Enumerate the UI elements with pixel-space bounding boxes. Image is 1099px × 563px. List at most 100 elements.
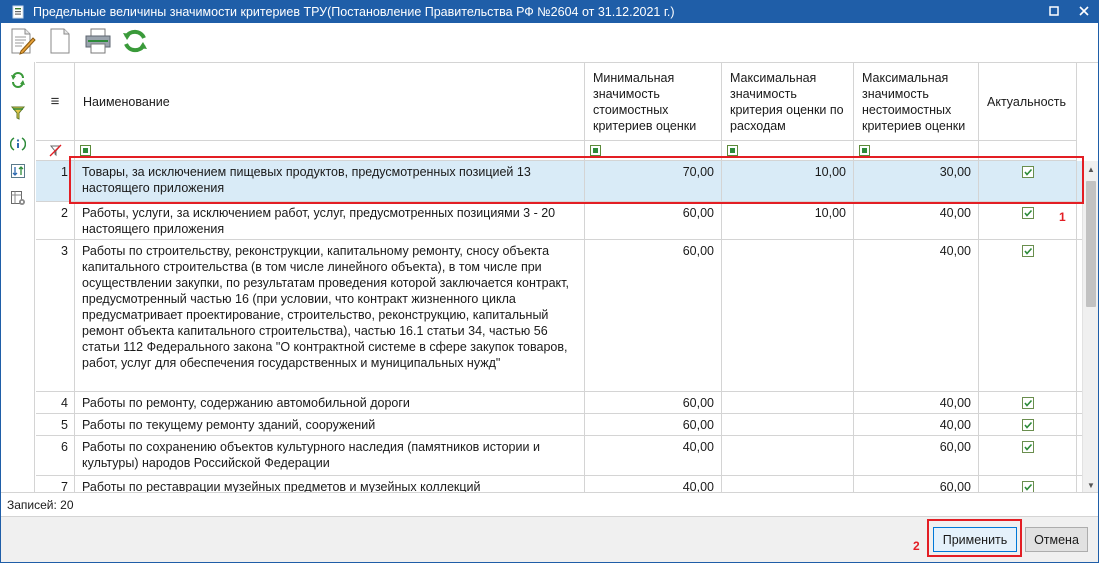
cell-max-expense[interactable] — [722, 392, 854, 413]
cell-actual[interactable] — [979, 436, 1077, 475]
records-count: Записей: 20 — [7, 497, 74, 512]
cell-max-noncost[interactable]: 60,00 — [854, 476, 979, 492]
cell-max-noncost[interactable]: 40,00 — [854, 414, 979, 435]
refresh-button[interactable] — [118, 26, 152, 58]
cell-actual[interactable] — [979, 414, 1077, 435]
actual-checkbox[interactable] — [1022, 166, 1034, 178]
cell-min-cost[interactable]: 60,00 — [585, 414, 722, 435]
row-number: 2 — [36, 202, 75, 239]
cell-actual[interactable] — [979, 476, 1077, 492]
cell-max-expense[interactable] — [722, 476, 854, 492]
table-row[interactable]: 3 Работы по строительству, реконструкции… — [36, 240, 1082, 392]
actual-checkbox[interactable] — [1022, 207, 1034, 219]
table-row[interactable]: 4 Работы по ремонту, содержанию автомоби… — [36, 392, 1082, 414]
filter-max-noncost[interactable] — [854, 141, 979, 161]
filter-checkbox[interactable] — [80, 145, 91, 156]
filter-checkbox[interactable] — [590, 145, 601, 156]
sort-icon — [10, 163, 26, 182]
column-settings-button[interactable] — [9, 190, 27, 208]
cell-max-noncost[interactable]: 30,00 — [854, 161, 979, 201]
cell-max-noncost[interactable]: 60,00 — [854, 436, 979, 475]
row-number: 4 — [36, 392, 75, 413]
scroll-up-icon[interactable]: ▲ — [1083, 161, 1098, 177]
annotation-marker-1: 1 — [1059, 210, 1066, 224]
scroll-down-icon[interactable]: ▼ — [1083, 477, 1098, 492]
toolbar — [1, 23, 1098, 61]
cell-name[interactable]: Работы, услуги, за исключением работ, ус… — [75, 202, 585, 239]
apply-button[interactable]: Применить — [933, 527, 1017, 552]
vertical-scrollbar[interactable]: ▲ ▼ — [1082, 161, 1098, 492]
filter-actual[interactable] — [979, 141, 1077, 161]
filter-checkbox[interactable] — [859, 145, 870, 156]
table-row[interactable]: 2 Работы, услуги, за исключением работ, … — [36, 202, 1082, 240]
filter-max-expense[interactable] — [722, 141, 854, 161]
filter-min-cost[interactable] — [585, 141, 722, 161]
cell-max-expense[interactable] — [722, 414, 854, 435]
filter-clear-button[interactable] — [36, 141, 75, 161]
cell-name[interactable]: Работы по сохранению объектов культурног… — [75, 436, 585, 475]
cancel-button[interactable]: Отмена — [1025, 527, 1088, 552]
edit-document-icon — [7, 26, 37, 59]
cell-name[interactable]: Работы по ремонту, содержанию автомобиль… — [75, 392, 585, 413]
new-document-icon — [45, 26, 75, 59]
cell-name[interactable]: Работы по строительству, реконструкции, … — [75, 240, 585, 391]
annotation-marker-2: 2 — [913, 539, 920, 553]
status-bar: Записей: 20 — [1, 492, 1098, 516]
cell-max-noncost[interactable]: 40,00 — [854, 392, 979, 413]
cell-max-expense[interactable]: 10,00 — [722, 161, 854, 201]
cell-name[interactable]: Работы по текущему ремонту зданий, соору… — [75, 414, 585, 435]
cell-min-cost[interactable]: 40,00 — [585, 436, 722, 475]
table-row[interactable]: 5 Работы по текущему ремонту зданий, соо… — [36, 414, 1082, 436]
cell-min-cost[interactable]: 60,00 — [585, 202, 722, 239]
cell-actual[interactable] — [979, 161, 1077, 201]
actual-checkbox[interactable] — [1022, 419, 1034, 431]
cell-min-cost[interactable]: 70,00 — [585, 161, 722, 201]
filter-row — [36, 141, 1098, 161]
cell-name[interactable]: Товары, за исключением пищевых продуктов… — [75, 161, 585, 201]
cell-max-noncost[interactable]: 40,00 — [854, 202, 979, 239]
filter-button[interactable] — [9, 105, 27, 123]
cell-min-cost[interactable]: 60,00 — [585, 240, 722, 391]
column-menu-button[interactable]: ≡ — [36, 63, 75, 141]
maximize-button[interactable] — [1039, 1, 1069, 23]
filter-checkbox[interactable] — [727, 145, 738, 156]
edit-button[interactable] — [5, 26, 39, 58]
column-header-name[interactable]: Наименование — [75, 63, 585, 141]
column-header-max-noncost[interactable]: Максимальная значимость нестоимостных кр… — [854, 63, 979, 141]
actual-checkbox[interactable] — [1022, 397, 1034, 409]
column-header-max-expense[interactable]: Максимальная значимость критерия оценки … — [722, 63, 854, 141]
menu-icon: ≡ — [50, 92, 60, 110]
cell-name[interactable]: Работы по реставрации музейных предметов… — [75, 476, 585, 492]
cell-max-expense[interactable]: 10,00 — [722, 202, 854, 239]
cell-min-cost[interactable]: 40,00 — [585, 476, 722, 492]
row-number: 5 — [36, 414, 75, 435]
table-row[interactable]: 7 Работы по реставрации музейных предмет… — [36, 476, 1082, 492]
cell-min-cost[interactable]: 60,00 — [585, 392, 722, 413]
column-header-actual[interactable]: Актуальность — [979, 63, 1077, 141]
sort-button[interactable] — [9, 163, 27, 181]
cell-max-noncost[interactable]: 40,00 — [854, 240, 979, 391]
cell-max-expense[interactable] — [722, 436, 854, 475]
table-row[interactable]: 1 Товары, за исключением пищевых продукт… — [36, 161, 1082, 202]
actual-checkbox[interactable] — [1022, 481, 1034, 492]
close-button[interactable] — [1069, 1, 1099, 23]
table-row[interactable]: 6 Работы по сохранению объектов культурн… — [36, 436, 1082, 476]
actual-checkbox[interactable] — [1022, 441, 1034, 453]
new-button[interactable] — [43, 26, 77, 58]
cell-max-expense[interactable] — [722, 240, 854, 391]
title-bar[interactable]: Предельные величины значимости критериев… — [1, 1, 1098, 23]
reload-button[interactable] — [9, 71, 27, 90]
data-grid: ≡ Наименование Минимальная значимость ст… — [36, 62, 1098, 492]
refresh-icon — [120, 26, 150, 59]
print-icon — [83, 26, 113, 59]
maximize-icon — [1049, 5, 1059, 19]
cell-actual[interactable] — [979, 240, 1077, 391]
info-button[interactable] — [9, 136, 27, 154]
column-header-min-cost[interactable]: Минимальная значимость стоимостных крите… — [585, 63, 722, 141]
print-button[interactable] — [81, 26, 115, 58]
actual-checkbox[interactable] — [1022, 245, 1034, 257]
filter-name[interactable] — [75, 141, 585, 161]
scroll-thumb[interactable] — [1086, 181, 1096, 307]
app-icon — [11, 5, 25, 19]
cell-actual[interactable] — [979, 392, 1077, 413]
